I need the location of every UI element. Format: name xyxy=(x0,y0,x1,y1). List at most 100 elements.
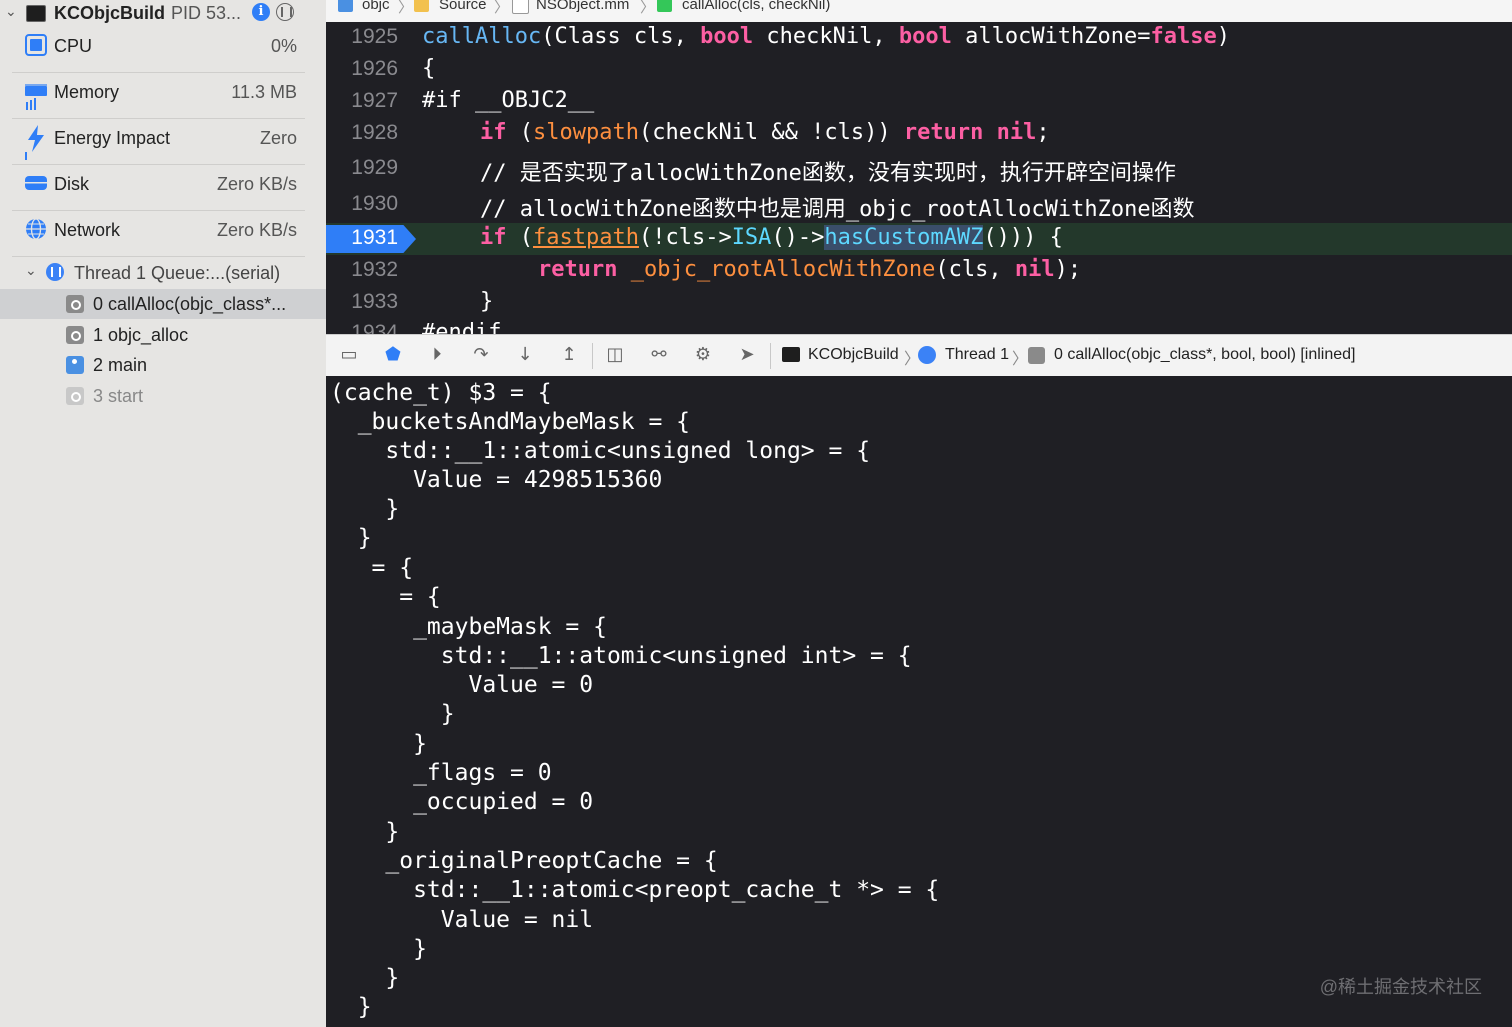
frame-icon xyxy=(66,387,84,405)
hide-debug-area-icon[interactable]: ▭ xyxy=(338,344,360,366)
chevron-right-icon: 〉 xyxy=(398,0,414,16)
code-line: 1926 { xyxy=(326,54,1512,86)
disk-icon xyxy=(25,176,47,190)
continue-icon[interactable]: ⏵ xyxy=(426,344,448,366)
user-code-icon xyxy=(66,356,84,374)
chevron-down-icon[interactable]: ⌄ xyxy=(5,3,17,20)
code-comment: // 是否实现了allocWithZone函数，没有实现时，执行开辟空间操作 xyxy=(480,161,1176,186)
memory-icon xyxy=(25,84,47,110)
debug-console[interactable]: (cache_t) $3 = { _bucketsAndMaybeMask = … xyxy=(326,376,1512,1027)
console-line: = { xyxy=(330,555,414,581)
gauge-disk[interactable]: Disk Zero KB/s xyxy=(0,160,326,206)
gauge-value: 11.3 MB xyxy=(231,82,297,102)
project-icon xyxy=(338,0,353,12)
thread-icon xyxy=(918,346,936,364)
debug-crumb[interactable]: 0 callAlloc(objc_class*, bool, bool) [in… xyxy=(1054,346,1356,364)
divider xyxy=(592,343,593,369)
debug-crumb[interactable]: Thread 1 xyxy=(945,346,1009,364)
line-number: 1925 xyxy=(351,25,398,48)
code-text: } xyxy=(480,289,494,314)
line-number: 1927 xyxy=(351,89,398,112)
console-line: = { xyxy=(330,584,441,610)
console-line: } xyxy=(330,965,400,991)
divider xyxy=(12,256,305,257)
console-line: _originalPreoptCache = { xyxy=(330,848,718,874)
step-out-icon[interactable]: ↥ xyxy=(558,344,580,366)
stack-frame[interactable]: 1 objc_alloc xyxy=(0,320,326,350)
gauge-value: 0% xyxy=(270,36,297,56)
gauge-memory[interactable]: Memory 11.3 MB xyxy=(0,68,326,114)
step-over-icon[interactable]: ↷ xyxy=(470,344,492,366)
chevron-right-icon: 〉 xyxy=(1012,351,1029,368)
console-line: std::__1::atomic<preopt_cache_t *> = { xyxy=(330,877,940,903)
simulate-location-icon[interactable]: ➤ xyxy=(736,344,758,366)
gauge-energy[interactable]: Energy Impact Zero xyxy=(0,114,326,160)
frame-icon xyxy=(66,326,84,344)
frame-label: 2 main xyxy=(93,355,148,375)
console-line: _occupied = 0 xyxy=(330,789,594,815)
threads-icon[interactable] xyxy=(276,3,294,21)
stack-frame[interactable]: 2 main xyxy=(0,350,326,380)
info-icon[interactable]: i xyxy=(252,3,270,21)
process-name: KCObjcBuild xyxy=(54,3,165,23)
console-line: std::__1::atomic<unsigned int> = { xyxy=(330,643,912,669)
view-hierarchy-icon[interactable]: ◫ xyxy=(604,344,626,366)
code-text: if (fastpath(!cls->ISA()->hasCustomAWZ()… xyxy=(480,225,1063,250)
console-line: (cache_t) $3 = { xyxy=(330,380,552,406)
code-line: 1928 if (slowpath(checkNil && !cls)) ret… xyxy=(326,118,1512,150)
source-editor[interactable]: 1925 callAlloc(Class cls, bool checkNil,… xyxy=(326,22,1512,334)
console-line: } xyxy=(330,701,455,727)
jump-bar: objc 〉 Source 〉 NSObject.mm 〉 callAlloc(… xyxy=(326,0,1512,23)
jump-item[interactable]: Source xyxy=(439,0,487,13)
console-line: } xyxy=(330,525,372,551)
gauge-value: Zero xyxy=(259,128,297,148)
breakpoints-toggle-icon[interactable]: ⬟ xyxy=(382,344,404,366)
memory-graph-icon[interactable]: ⚯ xyxy=(648,344,670,366)
console-line: _bucketsAndMaybeMask = { xyxy=(330,409,691,435)
frame-icon xyxy=(66,295,84,313)
debug-crumb[interactable]: KCObjcBuild xyxy=(808,346,899,364)
watermark: @稀土掘金技术社区 xyxy=(1319,977,1482,997)
code-text: #if __OBJC2__ xyxy=(422,88,595,113)
gauge-label: Network xyxy=(54,220,121,240)
jump-item[interactable]: NSObject.mm xyxy=(536,0,629,13)
line-number: 1928 xyxy=(351,121,398,144)
code-text: return _objc_rootAllocWithZone(cls, nil)… xyxy=(538,257,1082,282)
thread-row[interactable]: ⌄ Thread 1 Queue:...(serial) xyxy=(0,258,326,288)
line-number: 1933 xyxy=(351,290,398,313)
lightning-icon xyxy=(25,125,44,160)
line-number: 1934 xyxy=(351,321,398,334)
console-line: } xyxy=(330,731,427,757)
code-text: { xyxy=(422,56,436,81)
jump-item[interactable]: objc xyxy=(362,0,390,13)
stack-frame[interactable]: 3 start xyxy=(0,381,326,411)
line-number: 1931 xyxy=(351,226,398,249)
code-text: callAlloc(Class cls, bool checkNil, bool… xyxy=(422,24,1231,49)
console-line: } xyxy=(330,819,400,845)
code-comment: // allocWithZone函数中也是调用_objc_rootAllocWi… xyxy=(480,197,1195,222)
stack-frame[interactable]: 0 callAlloc(objc_class*... xyxy=(0,289,326,319)
chevron-right-icon: 〉 xyxy=(494,0,510,16)
gauge-value: Zero KB/s xyxy=(216,174,297,194)
function-icon xyxy=(657,0,672,12)
chevron-down-icon[interactable]: ⌄ xyxy=(25,262,37,279)
frame-label: 1 objc_alloc xyxy=(93,325,189,345)
code-line: 1929 // 是否实现了allocWithZone函数，没有实现时，执行开辟空… xyxy=(326,153,1512,186)
gauge-label: CPU xyxy=(54,36,93,56)
console-line: std::__1::atomic<unsigned long> = { xyxy=(330,438,871,464)
code-line: 1933 } xyxy=(326,287,1512,319)
frame-icon xyxy=(1028,347,1045,364)
divider xyxy=(770,343,771,369)
code-text: #endif xyxy=(422,320,502,334)
debug-navigator: ⌄ KCObjcBuild PID 53... i CPU 0% Memory … xyxy=(0,0,326,1027)
gauge-cpu[interactable]: CPU 0% xyxy=(0,22,326,68)
gauge-label: Disk xyxy=(54,174,89,194)
step-into-icon[interactable]: ↓ xyxy=(514,344,536,366)
jump-item[interactable]: callAlloc(cls, checkNil) xyxy=(682,0,830,13)
environment-overrides-icon[interactable]: ⚙ xyxy=(692,344,714,366)
gauge-network[interactable]: Network Zero KB/s xyxy=(0,206,326,252)
code-line: 1925 callAlloc(Class cls, bool checkNil,… xyxy=(326,22,1512,54)
globe-icon xyxy=(26,218,46,240)
code-text: if (slowpath(checkNil && !cls)) return n… xyxy=(480,120,1050,145)
thread-icon xyxy=(46,263,64,281)
